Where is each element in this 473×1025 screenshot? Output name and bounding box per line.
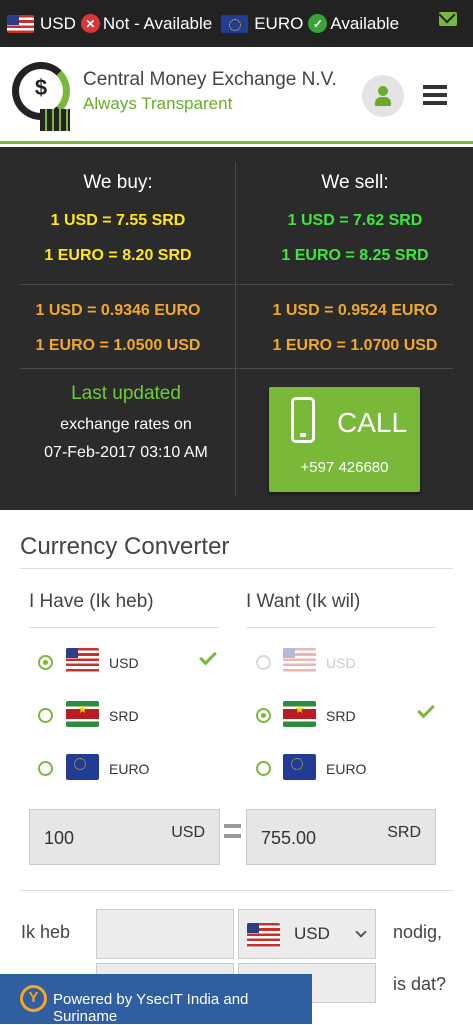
availability-bar: USD ✕ Not - Available EURO ✓ Available: [0, 0, 473, 47]
chevron-down-icon: [355, 926, 367, 938]
buy-cross-euro: 1 EURO = 1.0500 USD: [35, 337, 201, 354]
ik-heb-amount-input[interactable]: [96, 909, 234, 959]
call-button[interactable]: CALL +597 426680: [269, 387, 420, 492]
tagline: Always Transparent: [83, 94, 233, 113]
exchange-rates-on-label: exchange rates on: [60, 416, 192, 433]
currency-select[interactable]: USD: [238, 909, 376, 959]
phone-icon: [291, 397, 315, 443]
check-icon: [199, 647, 217, 666]
euro-status: Available: [330, 13, 400, 33]
converter-title: Currency Converter: [20, 533, 230, 560]
mail-icon[interactable]: [439, 12, 457, 26]
nodig-label: nodig,: [393, 922, 443, 942]
call-number: +597 426680: [300, 459, 389, 476]
check-icon: [417, 700, 435, 719]
flag-us-icon: [66, 648, 99, 674]
usd-status: Not - Available: [102, 13, 213, 33]
powered-by-text: Powered by YsecIT India and Suriname: [53, 991, 249, 1025]
flag-us-icon: [247, 923, 280, 948]
check-circle-icon: ✓: [308, 14, 328, 33]
want-amount-field[interactable]: 755.00 SRD: [246, 809, 436, 865]
user-icon[interactable]: [362, 75, 404, 117]
have-usd-code: USD: [109, 655, 139, 671]
want-srd-code: SRD: [326, 708, 356, 724]
rates-panel: We buy: We sell: 1 USD = 7.55 SRD 1 EURO…: [0, 147, 473, 510]
powered-by-bar[interactable]: Powered by YsecIT India and Suriname: [0, 974, 312, 1025]
flag-eu-icon: [221, 14, 249, 33]
last-updated-label: Last updated: [71, 383, 181, 404]
flag-sr-icon: [66, 701, 99, 727]
flag-us-icon: [283, 648, 316, 674]
flag-sr-icon: [283, 701, 316, 727]
sell-usd-rate: 1 USD = 7.62 SRD: [287, 212, 423, 229]
ysecit-logo-icon: [20, 985, 47, 1012]
row-divider: [20, 284, 453, 285]
buy-cross-usd: 1 USD = 0.9346 EURO: [35, 302, 201, 319]
logo-symbol: $: [34, 75, 48, 100]
have-usd-radio[interactable]: [38, 655, 53, 670]
euro-code: EURO: [254, 13, 304, 33]
have-amount-field[interactable]: 100 USD: [29, 809, 220, 865]
equals-icon: [224, 824, 241, 838]
sell-cross-euro: 1 EURO = 1.0700 USD: [272, 337, 438, 354]
site-header: $ Central Money Exchange N.V. Always Tra…: [0, 47, 473, 144]
usd-code: USD: [40, 13, 76, 33]
currency-select-value: USD: [294, 924, 330, 943]
want-srd-radio[interactable]: [256, 708, 271, 723]
have-srd-code: SRD: [109, 708, 139, 724]
is-dat-label: is dat?: [393, 974, 447, 994]
have-euro-radio[interactable]: [38, 761, 53, 776]
have-srd-radio[interactable]: [38, 708, 53, 723]
logo-bars: [40, 109, 70, 131]
sell-euro-rate: 1 EURO = 8.25 SRD: [281, 247, 429, 264]
flag-eu-icon: [66, 754, 99, 780]
updated-date: 07-Feb-2017 03:10 AM: [44, 444, 208, 461]
hamburger-menu-icon[interactable]: [423, 85, 447, 105]
buy-usd-rate: 1 USD = 7.55 SRD: [50, 212, 186, 229]
have-amount-currency: USD: [171, 824, 205, 841]
flag-us-icon: [7, 14, 34, 33]
want-euro-code: EURO: [326, 761, 367, 777]
euro-availability: EURO ✓ Available: [221, 14, 399, 34]
have-euro-code: EURO: [109, 761, 150, 777]
have-amount-value: 100: [44, 828, 75, 848]
sell-cross-usd: 1 USD = 0.9524 EURO: [272, 302, 438, 319]
flag-eu-icon: [283, 754, 316, 780]
form-divider: [20, 890, 453, 891]
buy-label: We buy:: [83, 172, 153, 193]
usd-availability: USD ✕ Not - Available: [7, 14, 212, 34]
call-label: CALL: [337, 407, 408, 438]
title-divider: [20, 568, 453, 569]
want-divider: [246, 627, 436, 628]
want-usd-code: USD: [326, 655, 356, 671]
want-usd-radio: [256, 655, 271, 670]
have-label: I Have (Ik heb): [29, 591, 154, 612]
x-circle-icon: ✕: [80, 14, 100, 33]
ik-heb-label: Ik heb: [21, 922, 71, 942]
want-euro-radio[interactable]: [256, 761, 271, 776]
row-divider: [20, 368, 453, 369]
want-amount-value: 755.00: [261, 828, 317, 848]
want-amount-currency: SRD: [387, 824, 421, 841]
want-label: I Want (Ik wil): [246, 591, 361, 612]
sell-label: We sell:: [321, 172, 389, 193]
company-name: Central Money Exchange N.V.: [83, 69, 337, 90]
have-divider: [29, 627, 219, 628]
buy-euro-rate: 1 EURO = 8.20 SRD: [44, 247, 192, 264]
